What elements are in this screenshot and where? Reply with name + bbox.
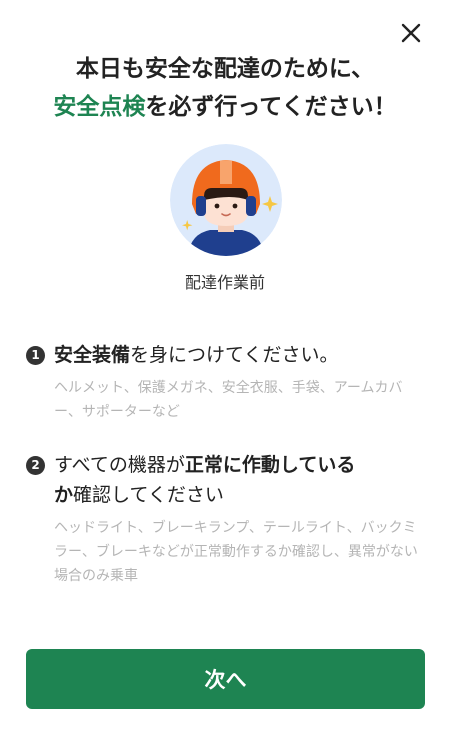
close-button[interactable] (398, 20, 424, 46)
step-2-description: ヘッドライト、ブレーキランプ、テールライト、バックミラー、ブレーキなどが正常動作… (54, 520, 418, 584)
step-2: 2 すべての機器が正常に作動しているか確認してください ヘッドライト、ブレーキラ… (26, 450, 426, 588)
helmet-rider-avatar-icon (170, 144, 282, 256)
next-button[interactable]: 次へ (26, 649, 425, 709)
headline: 本日も安全な配達のために、 安全点検を必ず行ってください！ (0, 50, 450, 126)
step-2-title-bold-2: か (54, 484, 74, 506)
step-1-title-rest: を身につけてください。 (130, 344, 339, 366)
step-2-number-badge: 2 (26, 456, 45, 475)
step-1-description: ヘルメット、保護メガネ、安全衣服、手袋、アームカバー、サポーターなど (54, 380, 403, 420)
step-2-title-plain-2: 確認してください (73, 484, 224, 506)
headline-line-2: 安全点検を必ず行ってください！ (0, 88, 450, 126)
step-2-title-plain-1: すべての機器が (54, 454, 185, 476)
close-icon (401, 23, 421, 43)
step-1-title-bold: 安全装備 (54, 344, 131, 366)
step-2-title-bold-1: 正常に作動している (184, 454, 356, 476)
headline-accent: 安全点検 (53, 94, 146, 120)
headline-rest: を必ず行ってください！ (145, 94, 397, 120)
avatar (170, 144, 282, 256)
avatar-caption: 配達作業前 (184, 273, 265, 292)
step-1-number-badge: 1 (26, 346, 45, 365)
step-1-title: 1 安全装備を身につけてください。 (26, 340, 426, 370)
step-2-title: 2 すべての機器が正常に作動しているか確認してください (26, 450, 426, 510)
step-1: 1 安全装備を身につけてください。 ヘルメット、保護メガネ、安全衣服、手袋、アー… (26, 340, 426, 424)
safety-check-dialog: 本日も安全な配達のために、 安全点検を必ず行ってください！ 配達作業前 1 安全… (0, 0, 450, 733)
headline-line-1: 本日も安全な配達のために、 (75, 56, 375, 82)
